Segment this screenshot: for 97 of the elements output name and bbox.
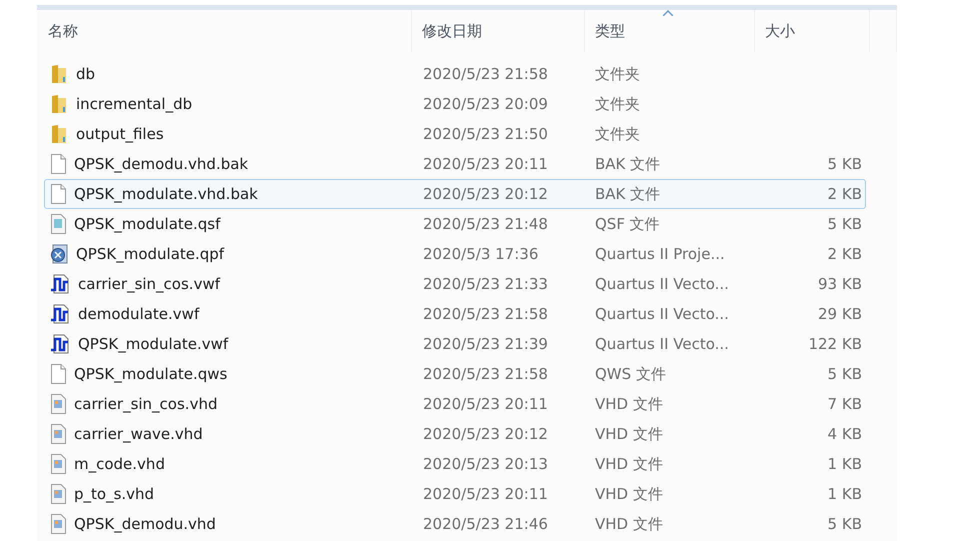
column-header[interactable]: 类型 [585,10,755,52]
file-type: VHD 文件 [594,394,663,414]
file-size: 93 KB [818,275,863,293]
file-row[interactable]: carrier_sin_cos.vhd 2020/5/23 20:11 VHD 文件 7 KB [44,389,866,419]
file-type: Quartus II Vecto... [594,275,729,293]
file-type: VHD 文件 [594,514,663,534]
file-name: db [76,65,96,83]
file-row[interactable]: demodulate.vwf 2020/5/23 21:58 Quartus II Vecto... 29 KB [44,299,866,329]
file-name: demodulate.vwf [78,305,200,323]
folder-icon [50,64,68,84]
file-name: carrier_wave.vhd [74,425,203,443]
folder-icon [50,94,68,114]
file-size: 7 KB [828,395,863,413]
file-name: QPSK_modulate.vwf [78,335,228,353]
file-row[interactable]: incremental_db 2020/5/23 20:09 文件夹 [44,89,866,119]
file-type: VHD 文件 [594,424,663,444]
file-row[interactable]: QPSK_modulate.vwf 2020/5/23 21:39 Quartus II Vecto... 122 KB [44,329,866,359]
file-row[interactable]: carrier_wave.vhd 2020/5/23 20:12 VHD 文件 4 KB [44,419,866,449]
file-type: QSF 文件 [594,214,660,234]
file-size: 4 KB [828,425,863,443]
waveform-icon [50,334,70,354]
file-row[interactable]: QPSK_demodu.vhd 2020/5/23 21:46 VHD 文件 5 KB [44,509,866,539]
file-size: 5 KB [828,215,863,233]
file-row[interactable]: p_to_s.vhd 2020/5/23 20:11 VHD 文件 1 KB [44,479,866,509]
file-name: m_code.vhd [74,455,165,473]
column-header[interactable]: 名称 [37,10,412,52]
file-size: 1 KB [828,485,863,503]
code-file-icon [50,424,66,444]
file-type: VHD 文件 [594,484,663,504]
file-size: 122 KB [808,335,863,353]
project-icon [50,244,68,264]
file-type: VHD 文件 [594,454,663,474]
file-row[interactable]: carrier_sin_cos.vwf 2020/5/23 21:33 Quartus II Vecto... 93 KB [44,269,866,299]
file-row[interactable]: QPSK_modulate.qws 2020/5/23 21:58 QWS 文件 5 KB [44,359,866,389]
file-name: carrier_sin_cos.vwf [78,275,220,293]
modified-date: 2020/5/3 17:36 [422,245,538,263]
modified-date: 2020/5/23 20:11 [422,155,548,173]
modified-date: 2020/5/23 20:09 [422,95,548,113]
file-size: 1 KB [828,455,863,473]
file-type: 文件夹 [594,64,640,84]
file-name: incremental_db [76,95,192,113]
modified-date: 2020/5/23 21:58 [422,365,548,383]
column-header[interactable]: 修改日期 [412,10,585,52]
file-row[interactable]: QPSK_modulate.vhd.bak 2020/5/23 20:12 BAK 文件 2 KB [44,179,866,209]
file-name: QPSK_demodu.vhd [74,515,216,533]
file-name: carrier_sin_cos.vhd [74,395,218,413]
file-type: Quartus II Proje... [594,245,725,263]
file-size: 5 KB [828,155,863,173]
file-row[interactable]: QPSK_modulate.qpf 2020/5/3 17:36 Quartus II Proje... 2 KB [44,239,866,269]
file-name: output_files [76,125,164,143]
file-name: QPSK_demodu.vhd.bak [74,155,248,173]
file-name: QPSK_modulate.qpf [76,245,224,263]
file-size: 29 KB [818,305,863,323]
file-type: BAK 文件 [594,154,660,174]
file-size: 5 KB [828,515,863,533]
modified-date: 2020/5/23 20:11 [422,485,548,503]
code-file-icon [50,394,66,414]
modified-date: 2020/5/23 21:48 [422,215,548,233]
modified-date: 2020/5/23 21:39 [422,335,548,353]
code-file-icon [50,484,66,504]
waveform-icon [50,304,70,324]
file-type: BAK 文件 [594,184,660,204]
document-icon [50,214,66,234]
file-type: Quartus II Vecto... [594,335,729,353]
file-size: 2 KB [828,245,863,263]
document-icon [50,184,66,204]
file-name: QPSK_modulate.qsf [74,215,220,233]
document-icon [50,364,66,384]
file-type: 文件夹 [594,124,640,144]
code-file-icon [50,454,66,474]
document-icon [50,154,66,174]
file-name: QPSK_modulate.qws [74,365,228,383]
file-size: 5 KB [828,365,863,383]
modified-date: 2020/5/23 21:46 [422,515,548,533]
modified-date: 2020/5/23 20:11 [422,395,548,413]
file-name: QPSK_modulate.vhd.bak [74,185,258,203]
file-row[interactable]: QPSK_modulate.qsf 2020/5/23 21:48 QSF 文件 5 KB [44,209,866,239]
modified-date: 2020/5/23 20:12 [422,185,548,203]
modified-date: 2020/5/23 21:58 [422,305,548,323]
file-row[interactable]: db 2020/5/23 21:58 文件夹 [44,59,866,89]
file-row[interactable]: output_files 2020/5/23 21:50 文件夹 [44,119,866,149]
file-row[interactable]: QPSK_demodu.vhd.bak 2020/5/23 20:11 BAK 文件 5 KB [44,149,866,179]
modified-date: 2020/5/23 20:13 [422,455,548,473]
folder-icon [50,124,68,144]
code-file-icon [50,514,66,534]
file-type: 文件夹 [594,94,640,114]
file-type: QWS 文件 [594,364,666,384]
file-size: 2 KB [828,185,863,203]
modified-date: 2020/5/23 21:58 [422,65,548,83]
file-row[interactable]: m_code.vhd 2020/5/23 20:13 VHD 文件 1 KB [44,449,866,479]
waveform-icon [50,274,70,294]
file-name: p_to_s.vhd [74,485,154,503]
file-type: Quartus II Vecto... [594,305,729,323]
modified-date: 2020/5/23 21:33 [422,275,548,293]
column-header[interactable]: 大小 [755,10,870,52]
modified-date: 2020/5/23 20:12 [422,425,548,443]
modified-date: 2020/5/23 21:50 [422,125,548,143]
